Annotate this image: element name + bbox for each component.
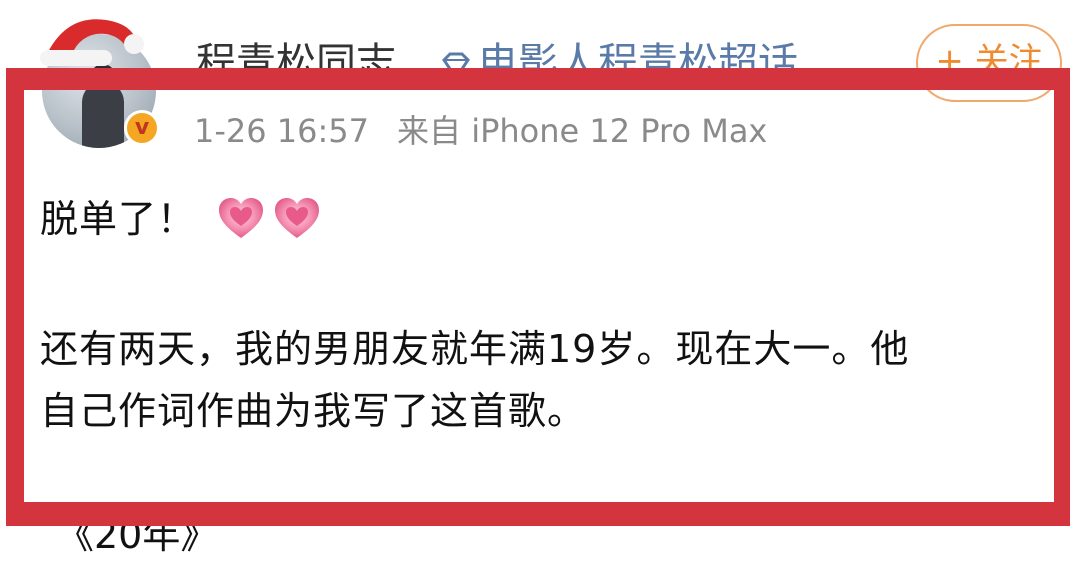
post-line-3: 自己作词作曲为我写了这首歌。 [40,389,587,433]
post-source: 来自 iPhone 12 Pro Max [397,112,768,150]
topic-label: 电影人程青松超话 [478,40,798,86]
avatar[interactable]: v [36,10,164,150]
post-meta: 1-26 16:57 来自 iPhone 12 Pro Max [194,106,767,152]
heart-icon [219,198,264,238]
follow-button[interactable]: + 关注 [916,24,1062,102]
username[interactable]: 程青松同志 [196,30,396,88]
verified-badge-icon: v [124,110,160,146]
heart-icon [275,198,320,238]
topic-link[interactable]: 电影人程青松超话 [440,30,798,88]
post-line-1: 脱单了！ [40,188,321,243]
post-timestamp: 1-26 16:57 [194,112,370,150]
song-title: 《20年》 [56,513,219,557]
santa-hat-icon [40,19,144,66]
post-line-2: 还有两天，我的男朋友就年满19岁。现在大一。他 [40,327,910,371]
avatar-body [82,82,124,148]
post-line-1-text: 脱单了！ [40,197,197,241]
diamond-icon [442,52,470,80]
weibo-post-screenshot: v 程青松同志 电影人程青松超话 + 关注 1-26 16:57 来自 iPhon… [0,0,1080,561]
